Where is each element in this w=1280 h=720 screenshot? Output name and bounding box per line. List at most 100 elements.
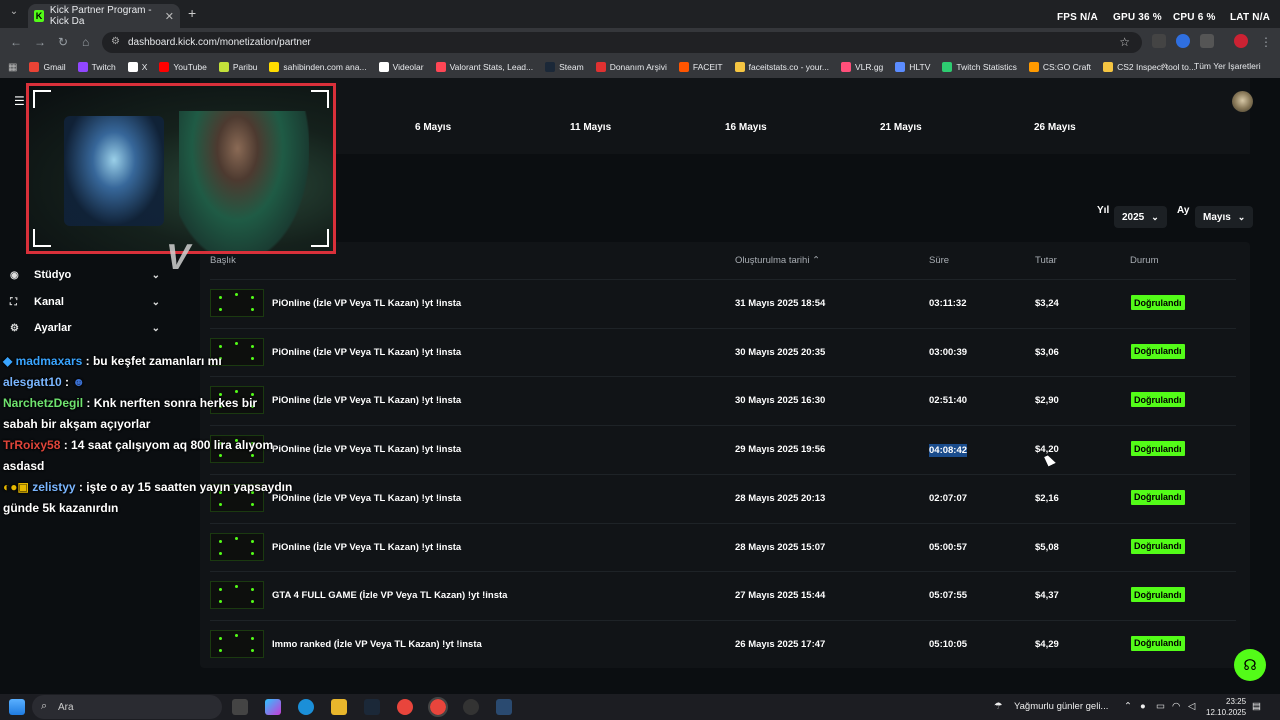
cell-date: 28 Mayıs 2025 15:07: [735, 541, 826, 553]
start-windows-icon[interactable]: [9, 699, 25, 715]
extension-icon[interactable]: [1152, 34, 1166, 48]
header-status[interactable]: Durum: [1130, 255, 1159, 266]
steam-icon[interactable]: [364, 699, 380, 715]
file-explorer-icon[interactable]: [331, 699, 347, 715]
bookmark-item[interactable]: Donanım Arşivi: [595, 62, 667, 72]
channel-icon: ⛶: [10, 296, 17, 308]
bookmark-item[interactable]: HLTV: [895, 62, 930, 72]
profile-avatar-icon[interactable]: [1234, 34, 1248, 48]
weather-text[interactable]: Yağmurlu günler geli...: [1014, 701, 1108, 712]
bookmark-label: CS2 Inspect tool to...: [1117, 62, 1196, 72]
address-bar[interactable]: ⚙ dashboard.kick.com/monetization/partne…: [102, 32, 1142, 53]
bookmark-label: faceitstats.co - your...: [748, 62, 829, 72]
network-icon[interactable]: ▭: [1156, 701, 1165, 712]
clock-date: 12.10.2025: [1206, 708, 1247, 717]
lat-value: N/A: [1252, 12, 1271, 23]
bookmark-item[interactable]: Steam: [545, 62, 584, 72]
new-tab-icon[interactable]: +: [188, 5, 196, 21]
cell-title: PiOnline (İzle VP Veya TL Kazan) !yt !in…: [272, 492, 462, 504]
reload-icon[interactable]: ↻: [58, 35, 68, 49]
bookmarks-bar: ▦ Gmail Twitch X YouTube Paribu sahibinden.co…: [0, 56, 1280, 78]
sidebar-item-settings[interactable]: ⚙ Ayarlar ⌄: [10, 322, 160, 334]
header-created[interactable]: Oluşturulma tarihi ⌃: [735, 255, 820, 266]
bookmark-item[interactable]: X: [127, 62, 147, 72]
site-info-icon[interactable]: ⚙: [111, 36, 120, 47]
kick-favicon-icon: K: [34, 10, 44, 22]
table-row[interactable]: PiOnline (İzle VP Veya TL Kazan) !yt !in…: [210, 425, 1236, 474]
close-tab-icon[interactable]: ✕: [165, 10, 174, 23]
hamburger-menu-icon[interactable]: ☰: [14, 94, 25, 108]
table-row[interactable]: PiOnline (İzle VP Veya TL Kazan) !yt !in…: [210, 473, 1236, 523]
bookmark-item[interactable]: VLR.gg: [840, 62, 883, 72]
bookmark-item[interactable]: Paribu: [218, 62, 257, 72]
bookmark-favicon-icon: [678, 62, 689, 72]
month-select[interactable]: Mayıs ⌄: [1195, 206, 1254, 228]
chrome-icon[interactable]: [397, 699, 413, 715]
bookmark-item[interactable]: Twitch Statistics: [942, 62, 1017, 72]
volume-icon[interactable]: ◁: [1188, 701, 1195, 712]
bookmark-item[interactable]: sahibinden.com ana...: [269, 62, 367, 72]
bookmark-item[interactable]: FACEIT: [678, 62, 723, 72]
stream-thumbnail: [210, 532, 264, 561]
bookmark-item[interactable]: Twitch: [77, 62, 116, 72]
bookmark-item[interactable]: CS2 Inspect tool to...: [1103, 62, 1196, 72]
more-bookmarks-icon[interactable]: »: [1162, 60, 1168, 72]
extension-icon[interactable]: [1176, 34, 1190, 48]
bookmark-item[interactable]: CS:GO Craft: [1028, 62, 1091, 72]
table-row[interactable]: PiOnline (İzle VP Veya TL Kazan) !yt !in…: [210, 522, 1236, 572]
all-bookmarks-folder[interactable]: Tüm Yer İşaretleri: [1194, 61, 1261, 71]
obs-icon[interactable]: [463, 699, 479, 715]
webcam-streamer: [179, 111, 309, 251]
tray-chevron-icon[interactable]: ⌃: [1124, 701, 1132, 712]
header-amount[interactable]: Tutar: [1035, 255, 1057, 266]
forward-icon[interactable]: →: [34, 35, 46, 49]
chat-username: madmaxars: [15, 354, 83, 368]
tab-search-icon[interactable]: ⌄: [6, 6, 22, 22]
wifi-icon[interactable]: ◠: [1172, 701, 1180, 712]
taskbar-clock[interactable]: 23:25 12.10.2025: [1206, 696, 1246, 718]
bookmark-favicon-icon: [942, 62, 953, 72]
streams-table: Başlık Oluşturulma tarihi ⌃ Süre Tutar D…: [200, 242, 1250, 668]
mic-icon[interactable]: ●: [1140, 701, 1146, 712]
sidebar-item-studio[interactable]: ◉ Stüdyo ⌄: [10, 269, 160, 281]
table-row[interactable]: PiOnline (İzle VP Veya TL Kazan) !yt !in…: [210, 279, 1236, 328]
browser-menu-icon[interactable]: ⋮: [1260, 35, 1272, 49]
bookmark-label: Donanım Arşivi: [609, 62, 667, 72]
bookmark-label: Steam: [559, 62, 584, 72]
bookmark-item[interactable]: Videolar: [378, 62, 424, 72]
bookmark-star-icon[interactable]: ☆: [1119, 35, 1130, 49]
bookmark-item[interactable]: faceitstats.co - your...: [734, 62, 829, 72]
extensions-puzzle-icon[interactable]: [1200, 34, 1214, 48]
notifications-icon[interactable]: ▤: [1252, 701, 1261, 712]
year-select[interactable]: 2025 ⌄: [1114, 206, 1167, 228]
copilot-icon[interactable]: [265, 699, 281, 715]
home-icon[interactable]: ⌂: [82, 35, 89, 49]
header-title[interactable]: Başlık: [210, 255, 236, 266]
bookmark-item[interactable]: YouTube: [159, 62, 207, 72]
taskbar-search[interactable]: ⌕ Ara: [32, 695, 222, 719]
apps-grid-icon[interactable]: ▦: [8, 62, 17, 73]
table-row[interactable]: Immo ranked (İzle VP Veya TL Kazan) !yt …: [210, 619, 1236, 669]
chat-message: ◆ madmaxars : bu keşfet zamanları mı: [3, 351, 293, 372]
chrome-active-icon[interactable]: [428, 697, 448, 717]
table-row[interactable]: PiOnline (İzle VP Veya TL Kazan) !yt !in…: [210, 376, 1236, 425]
status-badge: Doğrulandı: [1131, 295, 1185, 310]
steam-app-icon[interactable]: [496, 699, 512, 715]
task-view-icon[interactable]: [232, 699, 248, 715]
support-chat-button[interactable]: ☊: [1234, 649, 1266, 681]
back-icon[interactable]: ←: [10, 35, 22, 49]
user-avatar[interactable]: [1232, 91, 1253, 112]
bookmark-item[interactable]: Valorant Stats, Lead...: [435, 62, 533, 72]
year-value: 2025: [1122, 211, 1145, 223]
bookmark-favicon-icon: [269, 62, 280, 72]
browser-tab[interactable]: K Kick Partner Program - Kick Da ✕: [28, 4, 180, 28]
edge-icon[interactable]: [298, 699, 314, 715]
bookmark-favicon-icon: [29, 62, 40, 72]
cell-amount: $4,29: [1035, 638, 1059, 650]
header-duration[interactable]: Süre: [929, 255, 949, 266]
chevron-down-icon: ⌄: [151, 296, 160, 308]
table-row[interactable]: GTA 4 FULL GAME (İzle VP Veya TL Kazan) …: [210, 571, 1236, 620]
table-row[interactable]: PiOnline (İzle VP Veya TL Kazan) !yt !in…: [210, 327, 1236, 377]
bookmark-item[interactable]: Gmail: [29, 62, 66, 72]
sidebar-item-channel[interactable]: ⛶ Kanal ⌄: [10, 296, 160, 308]
